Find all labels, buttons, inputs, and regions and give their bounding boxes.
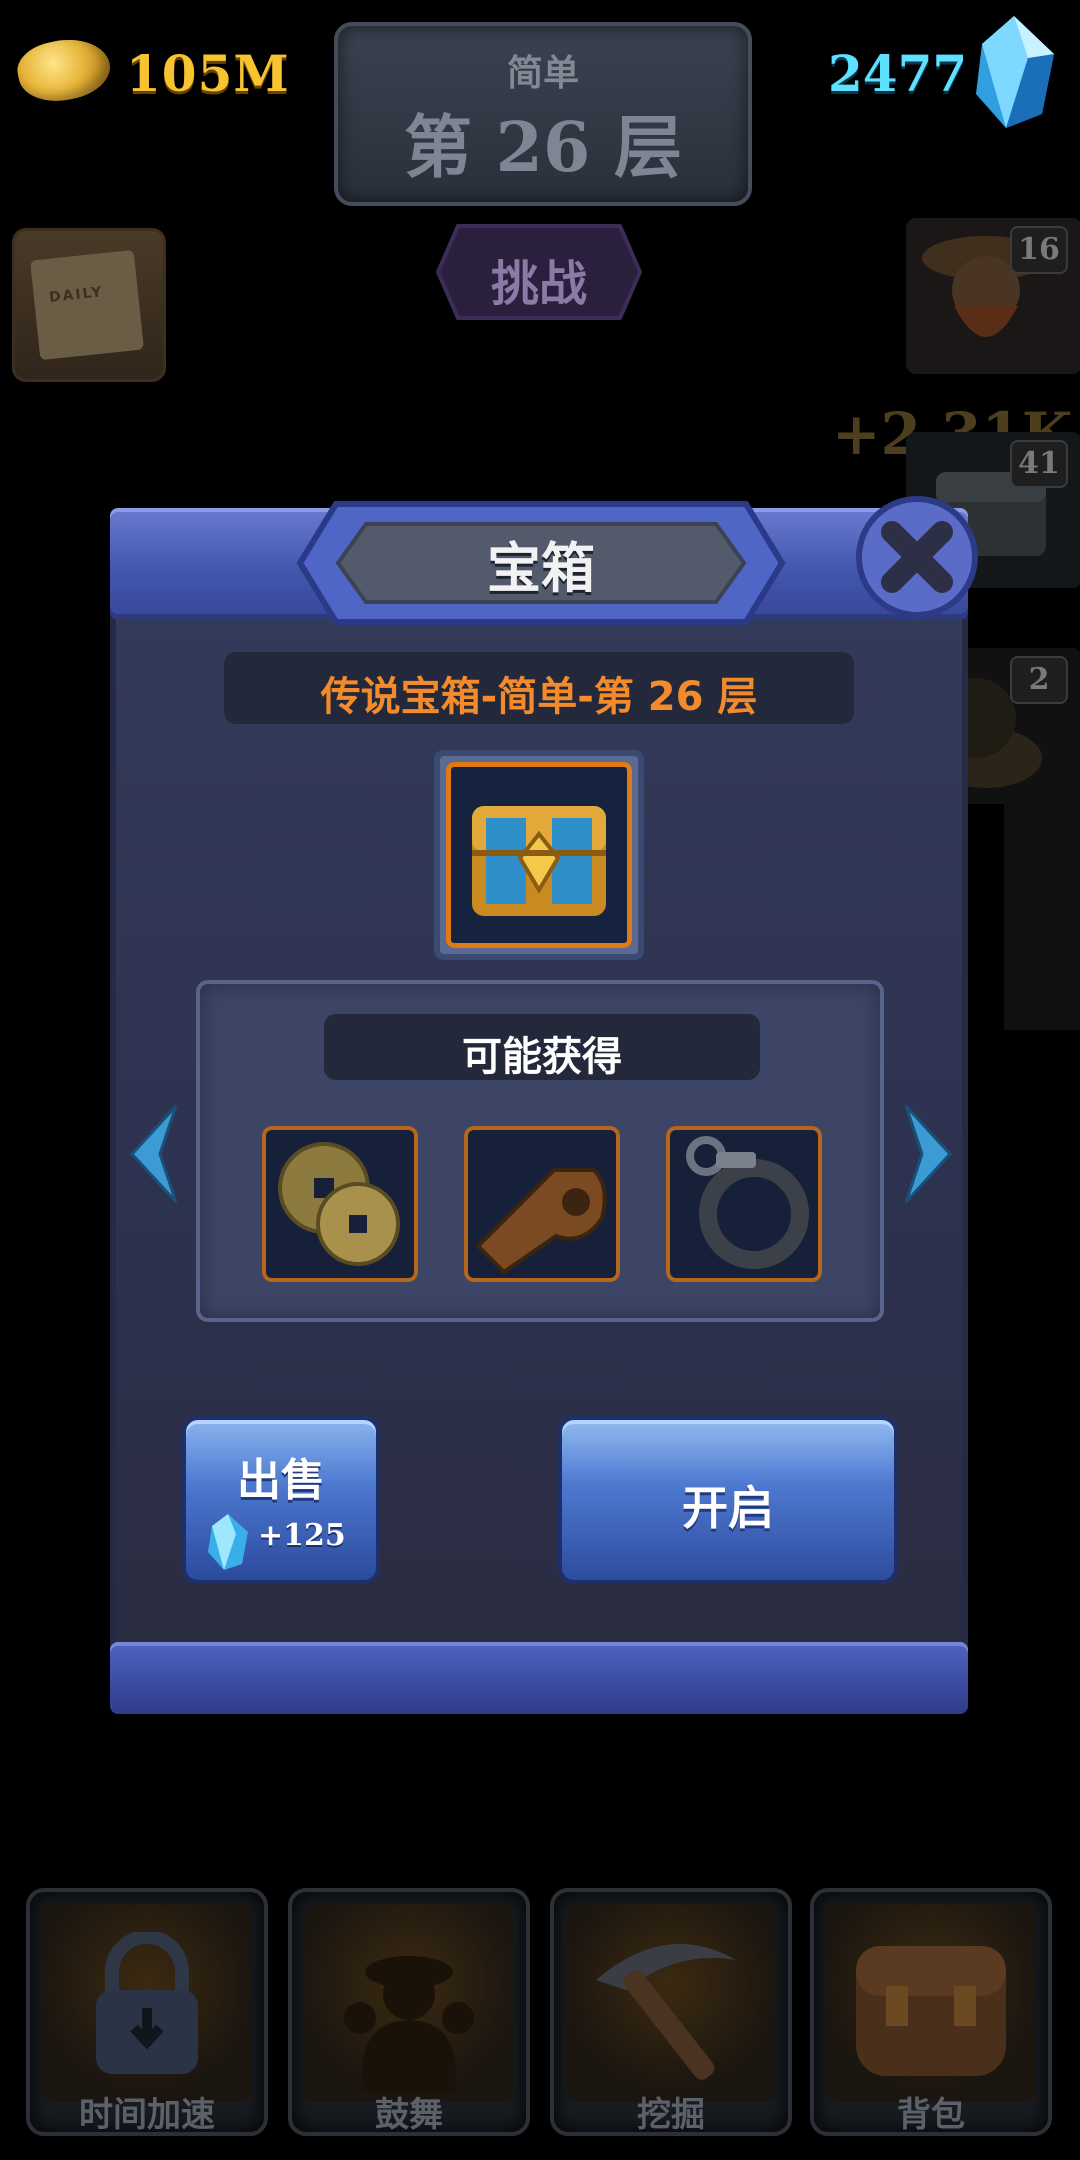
blue-gem-icon [208,1514,248,1570]
rewards-prev-arrow[interactable] [126,1102,180,1206]
modal-title-plate: 宝箱 [296,494,786,632]
chevron-left-icon [129,1104,178,1204]
rewards-panel: 可能获得 [196,980,884,1322]
legendary-chest-icon [472,806,606,916]
open-label: 开启 [682,1481,774,1535]
chest-name: 传说宝箱-简单-第 26 层 [320,674,758,720]
reward-slot-handcuffs[interactable] [666,1126,822,1282]
ancient-coins-icon [278,1142,400,1266]
sell-price: +125 [258,1518,346,1553]
reward-slot-whistle[interactable] [464,1126,620,1282]
modal-title: 宝箱 [487,537,595,600]
modal-footer-bar [110,1642,968,1714]
close-button[interactable] [852,492,982,622]
chevron-right-icon [904,1104,953,1204]
open-chest-button[interactable]: 开启 [558,1416,898,1584]
reward-slot-coins[interactable] [262,1126,418,1282]
sell-label: 出售 [237,1455,325,1506]
chest-name-bar: 传说宝箱-简单-第 26 层 [224,652,854,724]
handcuffs-icon [686,1136,809,1269]
rewards-next-arrow[interactable] [902,1102,956,1206]
wooden-whistle-icon [475,1168,607,1275]
chest-frame [434,750,644,960]
close-icon [856,496,978,618]
rewards-title: 可能获得 [462,1034,622,1080]
chest-modal: 宝箱 传说宝箱-简单-第 26 层 可能获得 出售 +125 开启 [110,496,978,1714]
sell-button[interactable]: 出售 +125 [182,1416,380,1584]
